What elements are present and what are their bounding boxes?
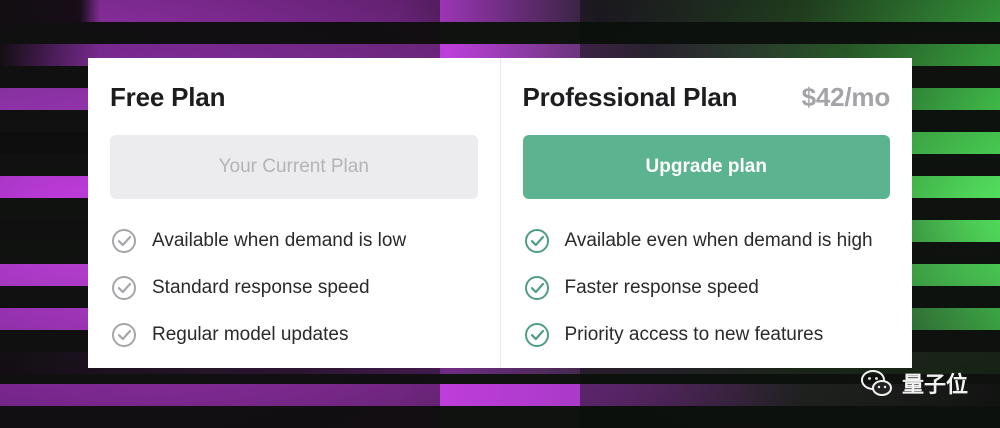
feature-text: Available even when demand is high bbox=[564, 229, 873, 251]
plan-header: Free Plan bbox=[110, 82, 478, 122]
list-item: Standard response speed bbox=[110, 264, 478, 311]
upgrade-plan-button[interactable]: Upgrade plan bbox=[522, 135, 890, 199]
plan-price: $42/mo bbox=[801, 82, 891, 112]
check-circle-icon bbox=[110, 321, 138, 349]
professional-plan-panel: Professional Plan $42/mo Upgrade plan Av… bbox=[499, 58, 913, 368]
check-circle-icon bbox=[523, 274, 551, 302]
plan-title: Free Plan bbox=[110, 82, 226, 112]
pricing-card: Free Plan Your Current Plan Available wh… bbox=[88, 58, 912, 368]
feature-text: Priority access to new features bbox=[564, 323, 824, 345]
feature-text: Faster response speed bbox=[564, 276, 759, 298]
check-circle-icon bbox=[110, 274, 138, 302]
plan-header: Professional Plan $42/mo bbox=[523, 82, 891, 122]
feature-text: Standard response speed bbox=[152, 276, 370, 298]
watermark: 量子位 bbox=[860, 366, 968, 400]
list-item: Available when demand is low bbox=[110, 217, 478, 264]
feature-list: Available even when demand is high Faste… bbox=[523, 217, 891, 358]
watermark-text: 量子位 bbox=[901, 372, 968, 397]
feature-list: Available when demand is low Standard re… bbox=[110, 217, 478, 358]
list-item: Regular model updates bbox=[110, 311, 478, 358]
feature-text: Regular model updates bbox=[152, 323, 349, 345]
list-item: Available even when demand is high bbox=[523, 217, 891, 264]
plan-title: Professional Plan bbox=[522, 82, 738, 112]
free-plan-panel: Free Plan Your Current Plan Available wh… bbox=[88, 58, 500, 368]
check-circle-icon bbox=[110, 227, 138, 255]
list-item: Priority access to new features bbox=[523, 311, 891, 358]
feature-text: Available when demand is low bbox=[152, 229, 407, 251]
check-circle-icon bbox=[523, 227, 551, 255]
check-circle-icon bbox=[523, 321, 551, 349]
current-plan-button: Your Current Plan bbox=[110, 135, 478, 199]
list-item: Faster response speed bbox=[523, 264, 891, 311]
wechat-icon bbox=[860, 366, 894, 400]
